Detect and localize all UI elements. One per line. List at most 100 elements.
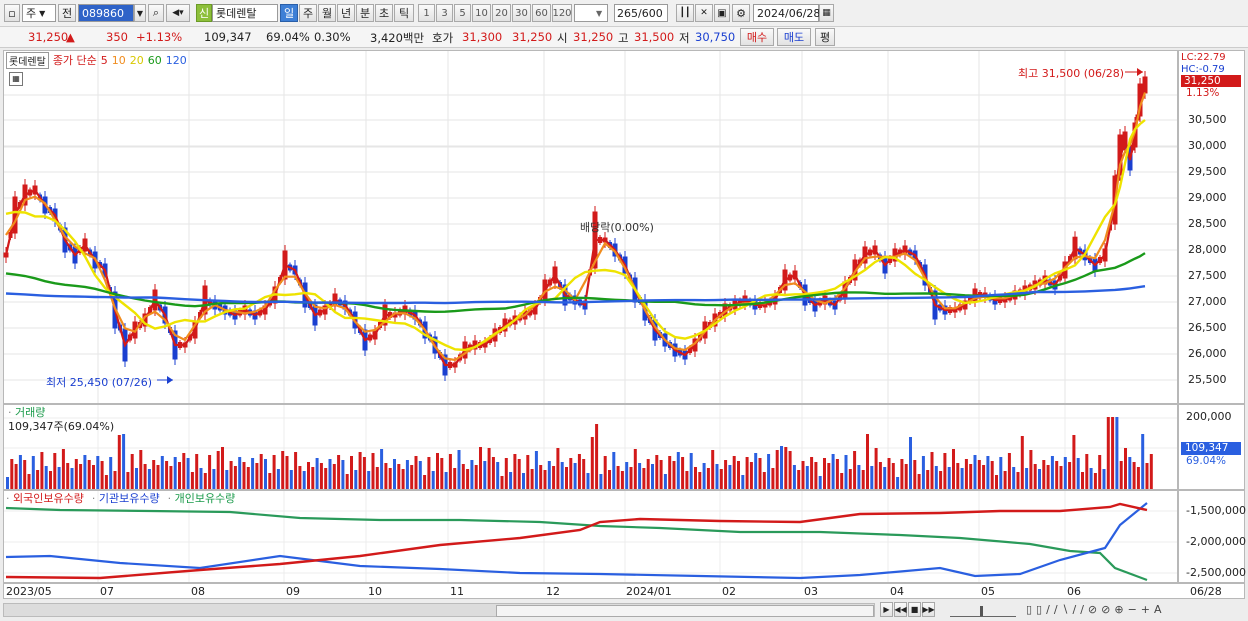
holder-ylabel-1: -1,500,000 — [1186, 504, 1246, 517]
volume-bar — [190, 472, 194, 489]
volume-bar — [1081, 472, 1084, 489]
volume-bar — [113, 471, 117, 489]
volume-bar — [758, 458, 762, 489]
volume-bar — [814, 462, 818, 489]
volume-bar — [397, 464, 401, 489]
volume-bar — [1059, 466, 1063, 489]
volume-current-tag: 109,347 — [1181, 442, 1241, 455]
stop-icon[interactable]: ■ — [908, 602, 921, 617]
scroll-right-icon[interactable]: ▶ — [880, 602, 893, 617]
volume-bar — [655, 455, 659, 489]
volume-bar — [565, 467, 568, 489]
volume-bar — [715, 464, 719, 489]
volume-bar — [440, 458, 444, 489]
volume-bar — [276, 469, 280, 489]
zoom-slider-handle[interactable] — [980, 606, 983, 616]
volume-bar — [483, 461, 487, 489]
volume-bar — [706, 468, 710, 489]
x-label: 08 — [191, 585, 205, 598]
volume-bar — [27, 474, 31, 489]
x-label: 2023/05 — [6, 585, 52, 598]
volume-bar — [225, 470, 229, 489]
x-label: 05 — [981, 585, 995, 598]
volume-bar — [900, 459, 904, 489]
volume-bar — [1128, 457, 1132, 489]
grid-toggle-icon[interactable]: ▦ — [9, 72, 23, 86]
zoom-slider[interactable] — [950, 604, 1016, 617]
volume-bar — [663, 474, 667, 489]
fast-forward-icon[interactable]: ▶▶ — [922, 602, 935, 617]
volume-bar — [208, 455, 212, 489]
volume-bar — [40, 452, 44, 489]
volume-bar — [66, 463, 70, 489]
moving-average-line — [5, 119, 1146, 352]
volume-bar — [294, 452, 298, 489]
volume-bar — [160, 456, 164, 489]
volume-bar — [1115, 417, 1119, 489]
volume-bar — [509, 472, 513, 489]
price-ylabel: 28,500 — [1188, 217, 1227, 230]
volume-bar — [216, 451, 220, 489]
volume-bar — [797, 470, 801, 489]
volume-bar — [255, 463, 259, 489]
x-label: 12 — [546, 585, 560, 598]
volume-bar — [762, 472, 766, 489]
volume-bar — [423, 475, 427, 489]
volume-bar — [848, 469, 852, 489]
volume-bar — [608, 470, 611, 489]
scroll-thumb[interactable] — [496, 605, 874, 617]
volume-bar — [169, 466, 173, 489]
legend-foreign: · 외국인보유수량 — [6, 492, 84, 505]
volume-bar — [1145, 463, 1149, 489]
volume-bar — [358, 452, 362, 489]
volume-bar — [345, 474, 349, 489]
volume-bar — [702, 463, 706, 489]
volume-bar — [61, 449, 65, 489]
volume-bar — [952, 449, 955, 489]
volume-bar — [625, 462, 629, 489]
volume-bar — [14, 464, 18, 489]
volume-bar — [380, 449, 384, 489]
drawing-tools[interactable]: ▯▯∕∕∖∕∕⊘⊘⊕−+A — [1026, 603, 1166, 616]
legend-institution-text: 기관보유수량 — [98, 492, 160, 505]
volume-bar — [1124, 448, 1127, 489]
volume-bar — [629, 467, 633, 489]
volume-bar — [1102, 469, 1106, 489]
volume-bar — [909, 437, 912, 489]
volume-bar — [926, 470, 930, 489]
volume-bar — [354, 470, 358, 489]
price-ylabel: 25,500 — [1188, 373, 1227, 386]
horizontal-scrollbar[interactable] — [3, 603, 875, 617]
volume-bar — [100, 461, 104, 489]
volume-bar — [500, 476, 504, 489]
volume-bar — [642, 468, 646, 489]
volume-bar — [1055, 461, 1059, 489]
rewind-icon[interactable]: ◀◀ — [894, 602, 907, 617]
volume-bar — [186, 458, 190, 489]
volume-bar — [117, 435, 121, 489]
volume-bar — [1020, 436, 1024, 489]
volume-bar — [388, 468, 392, 489]
volume-bar — [810, 457, 814, 489]
volume-ylabel-200000: 200,000 — [1186, 410, 1232, 423]
volume-bar — [496, 462, 500, 489]
volume-bar — [595, 424, 599, 489]
volume-bar — [552, 466, 556, 489]
volume-bar — [74, 459, 78, 489]
x-label: 10 — [368, 585, 382, 598]
volume-bar — [1072, 435, 1076, 489]
current-price-pct: 1.13% — [1186, 87, 1220, 99]
volume-bar — [913, 460, 917, 489]
price-legend: 롯데렌탈 종가 단순 5 10 20 60 120 — [6, 51, 187, 69]
current-price-tag: 31,250 — [1181, 75, 1241, 87]
volume-bar — [384, 463, 388, 489]
price-ylabel: 30,500 — [1188, 113, 1227, 126]
volume-bar — [982, 465, 986, 489]
min-arrow — [167, 376, 173, 384]
volume-bar — [672, 461, 676, 489]
volume-bar — [603, 456, 607, 489]
volume-bar — [453, 468, 457, 489]
volume-bar — [504, 458, 508, 489]
price-ylabel: 26,500 — [1188, 321, 1227, 334]
legend-stock-name[interactable]: 롯데렌탈 — [6, 51, 49, 69]
